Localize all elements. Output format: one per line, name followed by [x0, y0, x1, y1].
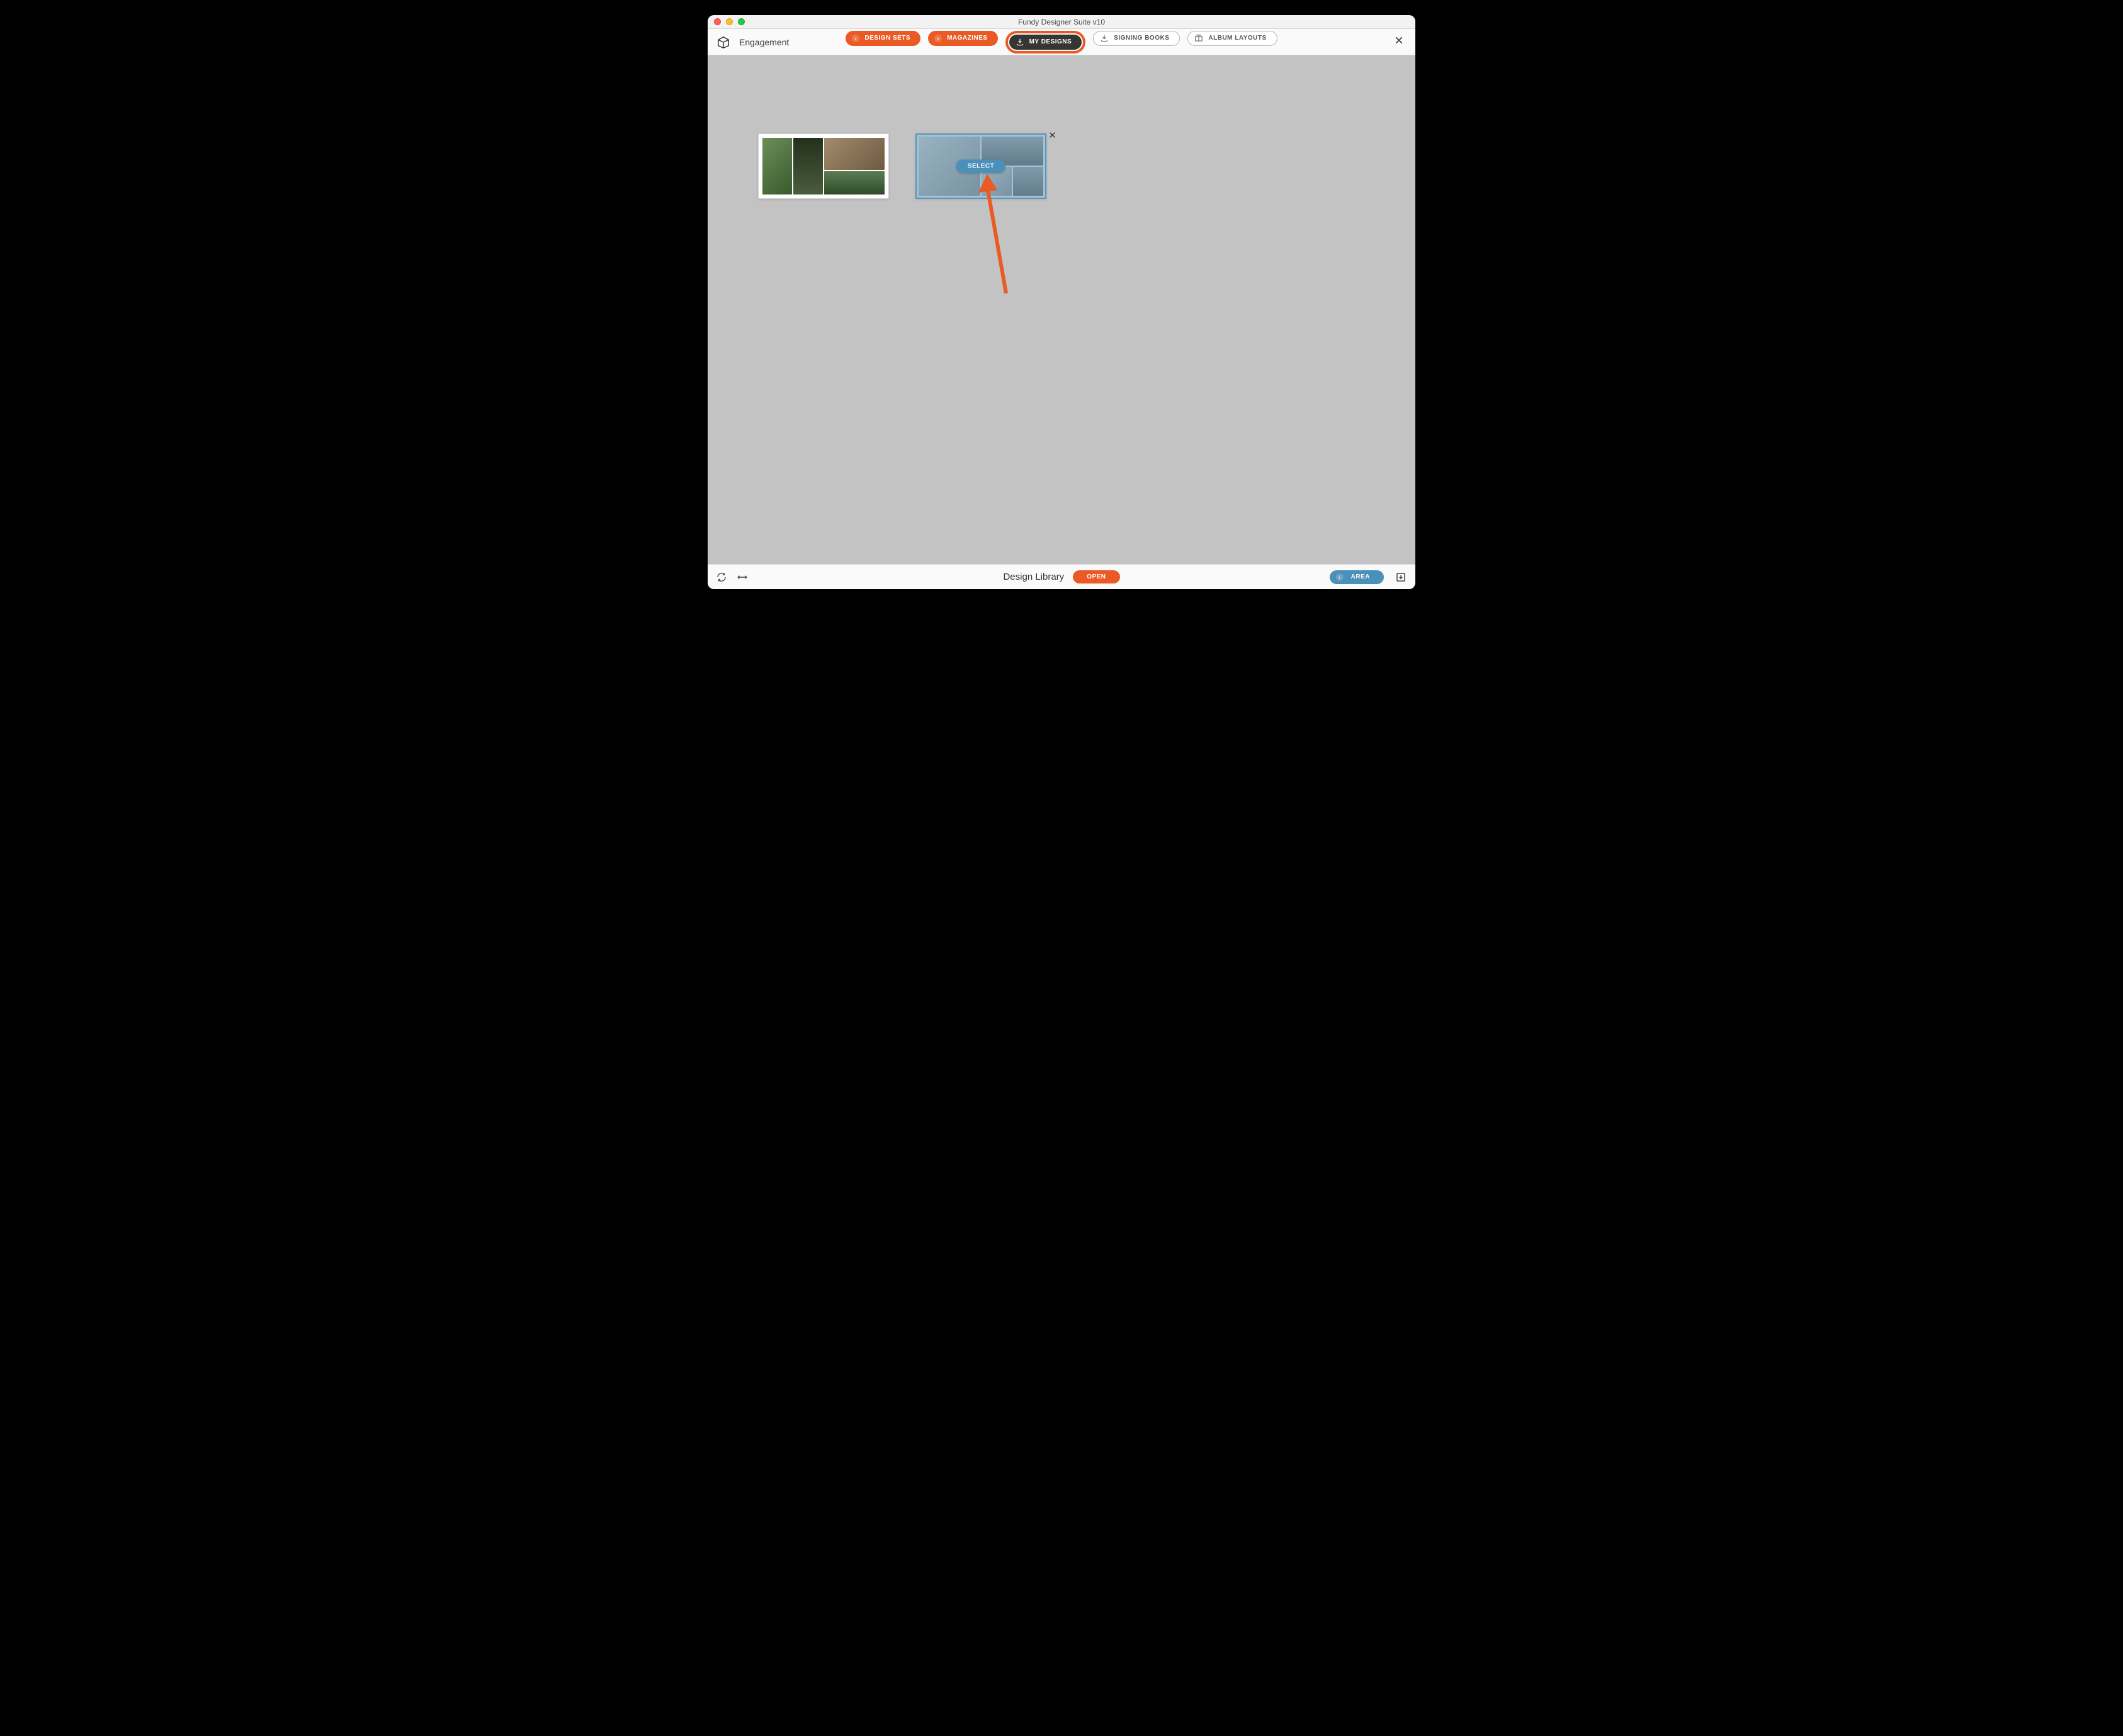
- select-design-button[interactable]: SELECT: [956, 160, 1005, 173]
- import-icon: [1100, 34, 1109, 43]
- album-layouts-button[interactable]: ALBUM LAYOUTS: [1187, 31, 1277, 46]
- download-button[interactable]: [1395, 572, 1407, 583]
- design-thumbnail-selected[interactable]: SELECT: [915, 133, 1046, 199]
- project-name: Engagement: [739, 37, 789, 47]
- chevron-right-icon: ›: [852, 35, 859, 42]
- window-title: Fundy Designer Suite v10: [708, 18, 1415, 26]
- design-library-title: Design Library: [1003, 572, 1064, 582]
- window-close-button[interactable]: [714, 18, 721, 25]
- window-minimize-button[interactable]: [726, 18, 733, 25]
- toolbar: Engagement › DESIGN SETS › MAGAZINES: [708, 29, 1415, 55]
- design-thumbnail[interactable]: [758, 133, 889, 199]
- magazines-label: MAGAZINES: [947, 35, 988, 42]
- refresh-button[interactable]: [716, 572, 727, 582]
- annotation-highlight: MY DESIGNS: [1005, 31, 1086, 54]
- canvas: SELECT: [708, 55, 1415, 564]
- titlebar: Fundy Designer Suite v10: [708, 15, 1415, 29]
- my-designs-button[interactable]: MY DESIGNS: [1009, 35, 1082, 50]
- chevron-right-icon: ›: [934, 35, 942, 42]
- resize-horizontal-button[interactable]: [737, 573, 748, 581]
- remove-design-button[interactable]: [1048, 131, 1056, 142]
- area-label: AREA: [1351, 573, 1370, 580]
- app-window: Fundy Designer Suite v10 Engagement › DE…: [708, 15, 1415, 589]
- bottom-bar: Design Library OPEN ‹ AREA: [708, 564, 1415, 589]
- my-designs-label: MY DESIGNS: [1029, 38, 1072, 45]
- open-library-button[interactable]: OPEN: [1073, 570, 1119, 583]
- design-sets-button[interactable]: › DESIGN SETS: [846, 31, 920, 46]
- album-icon: [1194, 34, 1203, 43]
- design-sets-label: DESIGN SETS: [864, 35, 910, 42]
- magazines-button[interactable]: › MAGAZINES: [928, 31, 998, 46]
- import-icon: [1016, 38, 1024, 47]
- signing-books-button[interactable]: SIGNING BOOKS: [1093, 31, 1180, 46]
- brand-icon: [716, 35, 730, 49]
- signing-books-label: SIGNING BOOKS: [1114, 35, 1169, 42]
- chevron-left-icon: ‹: [1336, 573, 1344, 581]
- area-button[interactable]: ‹ AREA: [1330, 570, 1384, 584]
- album-layouts-label: ALBUM LAYOUTS: [1208, 35, 1266, 42]
- close-panel-button[interactable]: [1391, 32, 1407, 52]
- window-controls: [714, 15, 745, 28]
- window-zoom-button[interactable]: [738, 18, 745, 25]
